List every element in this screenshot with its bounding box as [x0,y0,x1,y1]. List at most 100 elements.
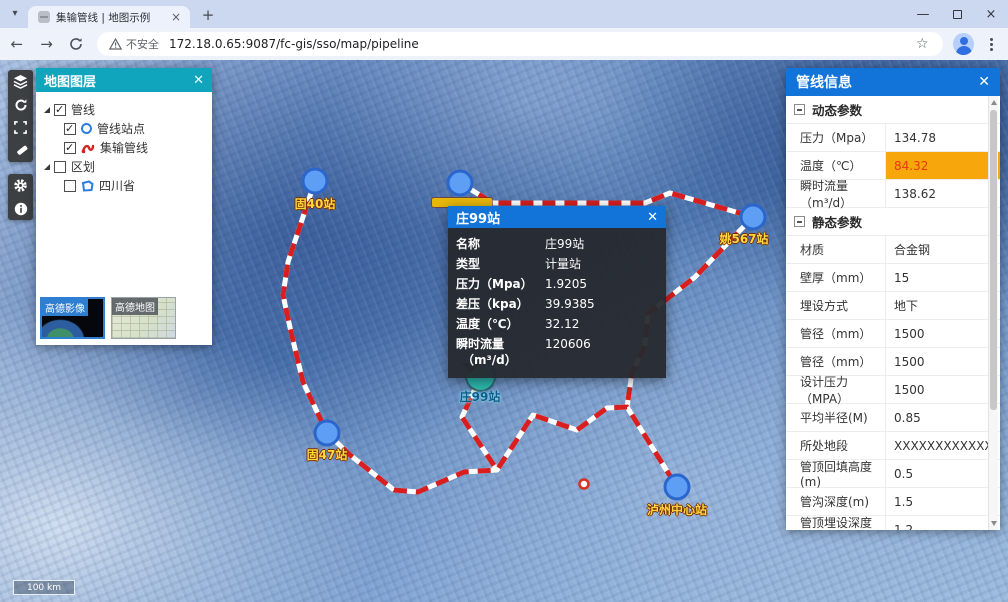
tab-close-icon[interactable]: × [168,10,184,24]
popup-header: 庄99站 ✕ [448,206,666,228]
profile-avatar[interactable] [952,33,975,55]
forward-button[interactable]: → [34,31,60,57]
info-row: 材质 合金钢 [786,236,1000,264]
info-panel-close-icon[interactable]: ✕ [978,74,990,90]
station-marker-yao567[interactable] [739,203,767,231]
tree-expand-icon[interactable] [44,163,50,170]
tab-title: 集输管线 | 地图示例 [56,11,151,24]
station-layer-icon [81,123,92,134]
tree-node-pipeline[interactable]: 管线 [44,100,212,119]
window-close-button[interactable]: × [974,0,1008,28]
scrollbar-thumb[interactable] [990,110,997,410]
refresh-button[interactable] [8,93,33,116]
tree-node-sichuan[interactable]: 四川省 [44,176,212,195]
layer-tree: 管线 管线站点 集输管线 [36,92,212,195]
window-minimize-button[interactable]: — [906,0,940,28]
scroll-down-icon[interactable] [991,521,997,526]
info-row-label: 管顶回填高度(m) [786,460,886,489]
popup-row-label: 压力（Mpa） [456,277,533,291]
settings-button[interactable] [8,174,33,197]
browser-window: ▾ 集输管线 | 地图示例 × + — × ← → 不安全 172.18.0.6… [0,0,1008,602]
layer-panel-close-icon[interactable]: ✕ [193,73,204,88]
checkbox-stations[interactable] [64,122,76,135]
info-row-value: 0.85 [894,410,921,425]
info-row-label: 管径（mm） [786,348,886,375]
tree-node-label: 集输管线 [100,141,149,155]
info-panel-scrollbar[interactable] [988,96,998,530]
station-label: 泸州中心站 [646,503,708,517]
info-row-label: 平均半径(M) [786,404,886,431]
tree-node-label: 管线站点 [97,122,146,136]
station-marker-gu47[interactable] [313,419,341,447]
info-row: 埋设方式 地下 [786,292,1000,320]
station-marker-occluded[interactable] [446,169,474,197]
station-marker-gu40[interactable] [301,167,329,195]
checkbox-pipeline[interactable] [54,103,66,116]
info-row-value: 134.78 [894,130,936,145]
pipeline-layer-icon [81,144,95,153]
popup-row: 名称 庄99站 [456,234,658,254]
basemap-switcher: 高德影像 高德地图 [40,297,176,339]
basemap-satellite[interactable]: 高德影像 [40,297,105,339]
layer-panel-title: 地图图层 [44,74,97,90]
station-label: 固47站 [306,448,348,462]
station-marker-luzhou[interactable] [663,473,691,501]
tree-node-gathering-pipeline[interactable]: 集输管线 [44,138,212,157]
fullscreen-button[interactable] [8,116,33,139]
info-row-label: 管顶埋设深度(m) [786,516,886,530]
info-row: 所处地段 XXXXXXXXXXXX [786,432,1000,460]
checkbox-gathering-pipeline[interactable] [64,141,76,154]
tree-node-district[interactable]: 区划 [44,157,212,176]
info-row-value: 1500 [894,354,925,369]
new-tab-button[interactable]: + [198,6,218,26]
back-button[interactable]: ← [4,31,30,57]
info-row: 压力（Mpa） 134.78 [786,124,1000,152]
checkbox-district[interactable] [54,160,66,173]
well-point[interactable] [578,478,590,490]
collapse-icon[interactable] [794,104,805,115]
tree-expand-icon[interactable] [44,106,50,113]
tree-node-label: 区划 [71,160,96,174]
popup-row: 温度（℃） 32.12 [456,314,658,334]
basemap-street[interactable]: 高德地图 [111,297,176,339]
url-text[interactable]: 172.18.0.65:9087/fc-gis/sso/map/pipeline [169,37,912,51]
browser-tab[interactable]: 集输管线 | 地图示例 × [28,6,190,28]
layers-button[interactable] [8,70,33,93]
refresh-icon [15,98,27,111]
scroll-up-icon[interactable] [991,100,997,105]
security-label[interactable]: 不安全 [126,36,159,52]
popup-row-value: 1.9205 [545,277,587,291]
info-button[interactable] [8,197,33,220]
map-scale-bar: 100 km [13,580,75,595]
measure-ruler-icon [16,145,27,155]
fullscreen-icon [14,121,27,134]
popup-close-icon[interactable]: ✕ [647,210,658,225]
info-row-label: 埋设方式 [786,292,886,319]
info-row-value: XXXXXXXXXXXX [894,438,993,453]
info-icon [14,202,27,215]
info-row-value: 合金钢 [894,243,931,257]
layers-icon [13,74,28,89]
info-row: 管沟深度(m) 1.5 [786,488,1000,516]
map-canvas[interactable]: 固40站 固47站 姚567站 泸州中心站 庄99站 100 km 地图图层 ✕… [0,60,1008,602]
measure-button[interactable] [8,139,33,162]
collapse-icon[interactable] [794,216,805,227]
info-row-label: 设计压力（MPA） [786,375,886,406]
section-title: 动态参数 [812,103,863,118]
info-row-value: 地下 [894,299,919,313]
checkbox-sichuan[interactable] [64,179,76,192]
section-static-params[interactable]: 静态参数 [786,208,1000,236]
popup-row-value: 32.12 [545,317,580,331]
tab-search-chevron-icon[interactable]: ▾ [6,5,24,23]
bookmark-star-icon[interactable]: ☆ [912,36,933,52]
not-secure-warning-icon [109,38,123,50]
layer-panel-header: 地图图层 ✕ [36,68,212,92]
reload-button[interactable] [63,31,89,57]
map-toolbar-bottom [8,174,33,220]
browser-menu-icon[interactable] [982,35,1000,53]
address-bar[interactable]: 不安全 172.18.0.65:9087/fc-gis/sso/map/pipe… [97,32,943,56]
info-row-value: 1500 [894,382,925,397]
section-dynamic-params[interactable]: 动态参数 [786,96,1000,124]
window-restore-button[interactable] [940,0,974,28]
tree-node-stations[interactable]: 管线站点 [44,119,212,138]
